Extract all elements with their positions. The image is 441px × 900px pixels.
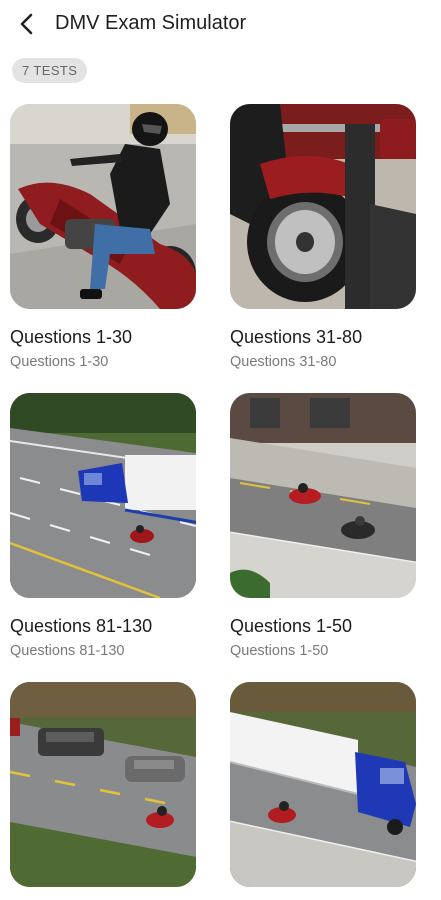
test-title: Questions 1-50: [230, 616, 353, 636]
page-title: DMV Exam Simulator: [55, 12, 247, 34]
test-subtitle: Questions 1-50: [230, 643, 329, 659]
test-subtitle: Questions 31-80: [230, 354, 337, 370]
test-card[interactable]: Questions 81-130 Questions 81-130: [10, 393, 196, 659]
test-title: Questions 1-30: [10, 327, 133, 347]
tests-count-chip: 7 TESTS: [12, 58, 88, 83]
test-card[interactable]: Questions 1-30 Questions 1-30: [10, 104, 196, 370]
test-title: Questions 31-80: [230, 327, 363, 347]
test-card[interactable]: Questions 1-50 Questions 1-50: [230, 393, 416, 659]
road-cars-motorcycle-image: [10, 682, 196, 887]
test-subtitle: Questions 81-130: [10, 643, 125, 659]
test-card[interactable]: [10, 682, 196, 900]
truck-motorcycle-road-image: [230, 682, 416, 887]
test-subtitle: Questions 1-30: [10, 354, 109, 370]
highway-truck-image: [10, 393, 196, 598]
arrow-back-icon: [20, 13, 33, 35]
city-road-motorcycles-image: [230, 393, 416, 598]
app-bar: DMV Exam Simulator: [0, 0, 441, 50]
back-button[interactable]: [14, 10, 42, 38]
test-title: Questions 81-130: [10, 616, 153, 636]
test-card[interactable]: [230, 682, 416, 900]
test-card[interactable]: Questions 31-80 Questions 31-80: [230, 104, 416, 370]
motorcycle-rider-image: [10, 104, 196, 309]
motorcycle-wheel-image: [230, 104, 416, 309]
